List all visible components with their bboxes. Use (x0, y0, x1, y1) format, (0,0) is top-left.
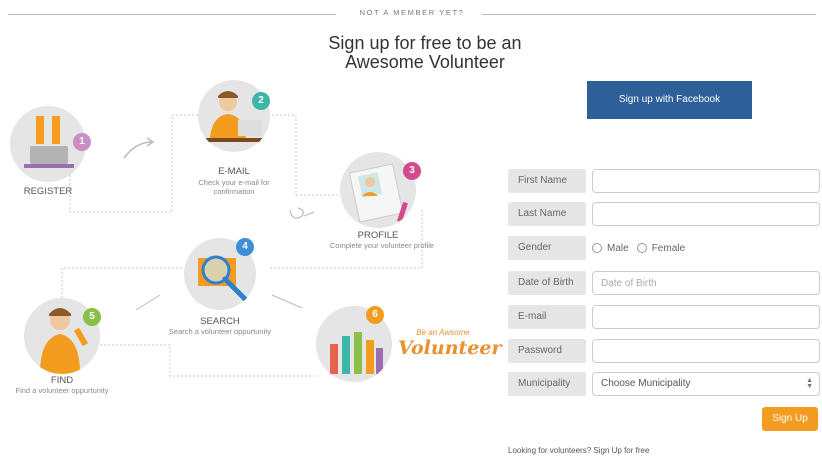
email-illustration (198, 80, 270, 152)
first-name-label: First Name (508, 169, 586, 193)
last-name-input[interactable] (592, 202, 820, 226)
password-row: Password (508, 339, 820, 363)
male-label: Male (607, 242, 629, 254)
select-updown-icon: ▲ ▼ (806, 377, 813, 390)
headline-line-1: Sign up for free to be an (328, 33, 522, 53)
municipality-label: Municipality (508, 372, 586, 396)
gender-row: Gender Male Female (508, 236, 820, 260)
step-badge-4: 4 (236, 238, 254, 256)
step-desc-search: Search a volunteer oppurtunity (168, 327, 272, 336)
step-title-email: E-MAIL (218, 166, 250, 177)
step-badge-6: 6 (366, 306, 384, 324)
dob-row: Date of Birth (508, 271, 820, 295)
step-title-register: REGISTER (23, 186, 73, 197)
first-name-row: First Name (508, 169, 820, 193)
page-headline: Sign up for free to be an Awesome Volunt… (250, 34, 600, 72)
section-divider: NOT A MEMBER YET? (8, 8, 816, 20)
facebook-signup-button[interactable]: Sign up with Facebook (587, 81, 752, 119)
male-radio[interactable] (592, 243, 602, 253)
awesome-large-text: Volunteer (398, 337, 502, 359)
last-name-label: Last Name (508, 202, 586, 226)
last-name-row: Last Name (508, 202, 820, 226)
municipality-row: Municipality Choose Municipality ▲ ▼ (508, 372, 820, 396)
female-label: Female (651, 242, 686, 254)
step-desc-email-line-1: Check your e-mail for (198, 178, 270, 187)
step-badge-2: 2 (252, 92, 270, 110)
step-title-profile: PROFILE (357, 230, 399, 241)
profile-illustration (340, 152, 416, 228)
female-radio[interactable] (636, 243, 647, 253)
awesome-volunteer-text: Be an Awsome Volunteer (398, 328, 502, 359)
step-badge-1: 1 (73, 133, 91, 151)
step-title-find: FIND (50, 375, 74, 386)
divider-text: NOT A MEMBER YET? (359, 8, 465, 17)
step-desc-email-line-2: confirmation (213, 187, 255, 196)
divider-line-right (482, 14, 816, 15)
dob-input[interactable] (592, 271, 820, 295)
password-label: Password (508, 339, 586, 363)
step-desc-find: Find a volunteer oppurtunity (15, 386, 109, 395)
step-title-search: SEARCH (200, 316, 240, 327)
dob-label: Date of Birth (508, 271, 586, 295)
awesome-small-text: Be an Awsome (416, 328, 470, 337)
first-name-input[interactable] (592, 169, 820, 193)
step-desc-email: Check your e-mail for confirmation (180, 178, 288, 196)
password-input[interactable] (592, 339, 820, 363)
steps-illustration: 1 REGISTER 2 E-MAIL Check your e-mail fo… (0, 70, 502, 410)
sign-up-button[interactable]: Sign Up (762, 407, 818, 431)
gender-label: Gender (508, 236, 586, 260)
step-desc-profile: Complete your volunteer profile (329, 241, 435, 250)
gender-female-option[interactable]: Female (636, 242, 686, 254)
email-input[interactable] (592, 305, 820, 329)
gender-radio-group: Male Female (592, 236, 693, 260)
municipality-selected-value: Choose Municipality (601, 378, 691, 389)
gender-male-option[interactable]: Male (592, 243, 629, 254)
email-row: E-mail (508, 305, 820, 329)
step-badge-5: 5 (83, 308, 101, 326)
volunteer-org-signup-link[interactable]: Looking for volunteers? Sign Up for free (508, 446, 649, 455)
municipality-select[interactable]: Choose Municipality ▲ ▼ (592, 372, 820, 396)
email-label: E-mail (508, 305, 586, 329)
step-badge-3: 3 (403, 162, 421, 180)
